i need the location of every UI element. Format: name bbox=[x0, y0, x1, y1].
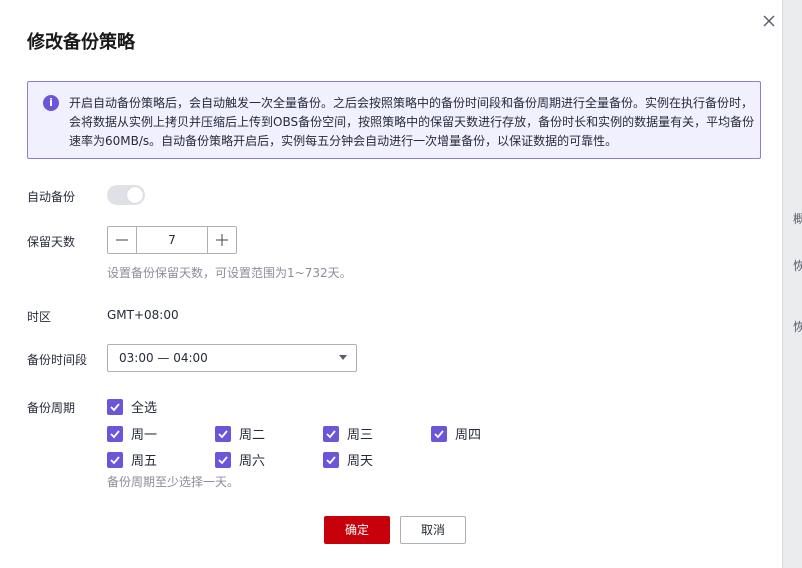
check-icon bbox=[431, 425, 447, 442]
info-icon: i bbox=[43, 95, 59, 111]
checkbox-friday[interactable]: 周五 bbox=[107, 450, 157, 469]
day-label: 周五 bbox=[131, 454, 158, 469]
checkbox-wednesday[interactable]: 周三 bbox=[323, 424, 373, 443]
auto-backup-toggle[interactable] bbox=[107, 185, 145, 205]
retention-days-label: 保留天数 bbox=[27, 235, 76, 249]
notice-text: 开启自动备份策略后，会自动触发一次全量备份。之后会按照策略中的备份时间段和备份周… bbox=[69, 96, 755, 148]
timezone-value: GMT+08:00 bbox=[107, 308, 179, 322]
checkbox-sunday[interactable]: 周天 bbox=[323, 450, 373, 469]
confirm-button[interactable]: 确定 bbox=[324, 516, 390, 544]
day-label: 周三 bbox=[347, 428, 374, 443]
day-label: 周一 bbox=[131, 428, 158, 443]
day-label: 周四 bbox=[455, 428, 482, 443]
caret-down-icon bbox=[339, 355, 347, 360]
retention-days-hint: 设置备份保留天数，可设置范围为1~732天。 bbox=[107, 266, 352, 280]
background-text-fragment: 恢 bbox=[793, 320, 802, 334]
auto-backup-label: 自动备份 bbox=[27, 190, 76, 204]
checkbox-saturday[interactable]: 周六 bbox=[215, 450, 265, 469]
checkbox-tuesday[interactable]: 周二 bbox=[215, 424, 265, 443]
timezone-label: 时区 bbox=[27, 310, 52, 324]
backup-cycle-hint: 备份周期至少选择一天。 bbox=[107, 475, 240, 489]
retention-days-input[interactable]: 7 bbox=[137, 227, 207, 253]
check-icon bbox=[323, 425, 339, 442]
info-notice: i 开启自动备份策略后，会自动触发一次全量备份。之后会按照策略中的备份时间段和备… bbox=[27, 81, 761, 159]
backup-window-value: 03:00 — 04:00 bbox=[119, 351, 208, 365]
retention-days-stepper: 7 bbox=[107, 226, 237, 254]
modify-backup-policy-dialog: 修改备份策略 i 开启自动备份策略后，会自动触发一次全量备份。之后会按照策略中的… bbox=[0, 0, 782, 568]
day-label: 周二 bbox=[239, 428, 266, 443]
close-icon[interactable] bbox=[760, 12, 778, 30]
check-icon bbox=[323, 451, 339, 468]
toggle-knob bbox=[127, 187, 143, 203]
checkbox-monday[interactable]: 周一 bbox=[107, 424, 157, 443]
increment-button[interactable] bbox=[207, 227, 236, 253]
background-page-edge: 概 恢 恢 bbox=[782, 0, 802, 568]
cancel-button[interactable]: 取消 bbox=[400, 516, 466, 544]
backup-cycle-label: 备份周期 bbox=[27, 401, 76, 415]
decrement-button[interactable] bbox=[108, 227, 137, 253]
check-icon bbox=[215, 425, 231, 442]
check-icon bbox=[107, 451, 123, 468]
select-all-label: 全选 bbox=[131, 401, 158, 416]
check-icon bbox=[107, 398, 123, 415]
check-icon bbox=[107, 425, 123, 442]
checkbox-thursday[interactable]: 周四 bbox=[431, 424, 481, 443]
background-text-fragment: 概 bbox=[793, 212, 802, 226]
backup-window-select[interactable]: 03:00 — 04:00 bbox=[107, 344, 357, 372]
day-label: 周天 bbox=[347, 454, 374, 469]
dialog-title: 修改备份策略 bbox=[27, 32, 135, 53]
select-all-checkbox[interactable]: 全选 bbox=[107, 397, 157, 416]
check-icon bbox=[215, 451, 231, 468]
backup-window-label: 备份时间段 bbox=[27, 353, 88, 367]
day-label: 周六 bbox=[239, 454, 266, 469]
background-text-fragment: 恢 bbox=[793, 259, 802, 273]
